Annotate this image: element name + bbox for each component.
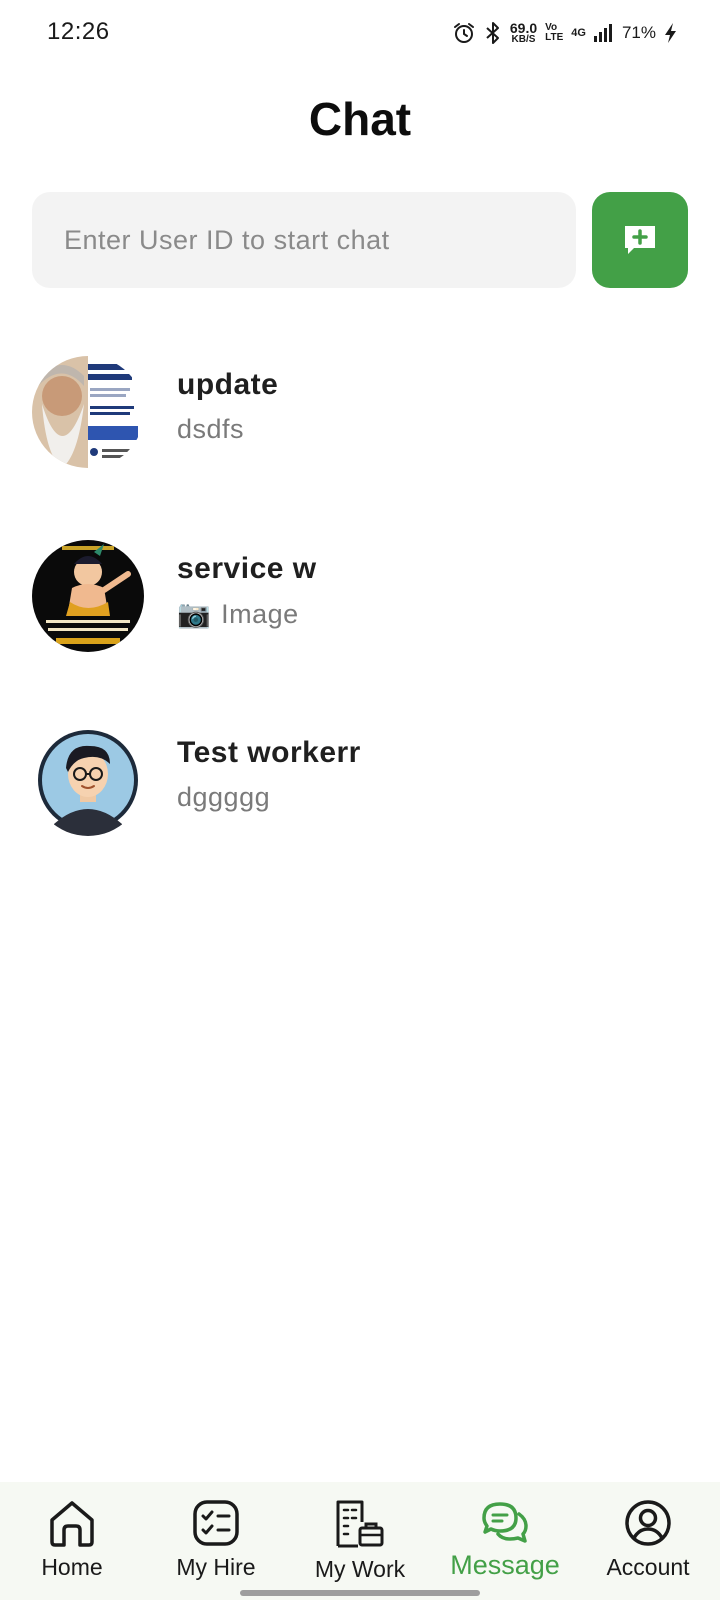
status-time: 12:26	[47, 18, 110, 45]
chat-bubbles-icon	[482, 1502, 528, 1543]
avatar	[32, 356, 144, 468]
page-title: Chat	[308, 93, 412, 145]
nav-item-message[interactable]: Message	[440, 1482, 570, 1600]
nav-item-my-hire[interactable]: My Hire	[158, 1482, 274, 1600]
chat-name: service w	[177, 552, 317, 585]
battery-level: 71%	[621, 23, 656, 42]
nav-item-account[interactable]: Account	[590, 1482, 706, 1600]
meditation-workshop-poster	[32, 356, 144, 468]
alarm-icon	[453, 23, 474, 43]
nav-label: Message	[450, 1550, 560, 1580]
building-icon	[336, 1500, 384, 1548]
krishna-illustration	[32, 540, 144, 652]
chat-preview: dsdfs	[177, 414, 244, 445]
avatar	[32, 724, 144, 836]
nav-label: My Hire	[176, 1554, 256, 1580]
user-id-input[interactable]	[32, 192, 576, 288]
home-icon	[50, 1501, 94, 1547]
network-type: 4G	[571, 27, 586, 39]
nav-item-my-work[interactable]: My Work	[302, 1482, 418, 1600]
chat-item[interactable]: update dsdfs	[0, 336, 720, 486]
camera-icon: 📷	[177, 599, 212, 629]
chat-item[interactable]: service w 📷 Image	[0, 520, 720, 670]
nav-item-home[interactable]: Home	[14, 1482, 130, 1600]
new-chat-button[interactable]	[592, 192, 688, 288]
nav-label: Account	[606, 1554, 690, 1580]
volte-indicator: Vo LTE	[545, 22, 564, 43]
signal-icon	[593, 24, 612, 42]
nav-label: My Work	[314, 1556, 406, 1582]
chat-preview: dggggg	[177, 782, 270, 813]
account-icon	[625, 1500, 671, 1546]
checklist-icon	[193, 1500, 239, 1546]
status-bar: 12:26 69.0 KB/S Vo LTE 4G 71%	[0, 0, 720, 64]
chat-preview-text: dggggg	[177, 782, 271, 812]
home-indicator[interactable]	[240, 1590, 480, 1596]
chat-preview: 📷 Image	[177, 598, 299, 630]
nav-label: Home	[41, 1554, 103, 1580]
chat-item[interactable]: Test workerr dggggg	[0, 704, 720, 854]
chat-preview-text: dsdfs	[177, 414, 245, 444]
chat-preview-text: Image	[221, 598, 299, 629]
chat-name: Test workerr	[177, 736, 361, 769]
bottom-nav: Home My Hire My Work Message Account	[0, 1482, 720, 1600]
cartoon-man-avatar	[32, 724, 144, 836]
status-icons: 69.0 KB/S Vo LTE 4G 71%	[452, 18, 678, 48]
bluetooth-icon	[486, 22, 499, 44]
charging-icon	[665, 23, 676, 43]
chat-add-icon	[625, 226, 655, 254]
network-speed: 69.0 KB/S	[509, 20, 538, 45]
avatar	[32, 540, 144, 652]
chat-name: update	[177, 368, 279, 401]
